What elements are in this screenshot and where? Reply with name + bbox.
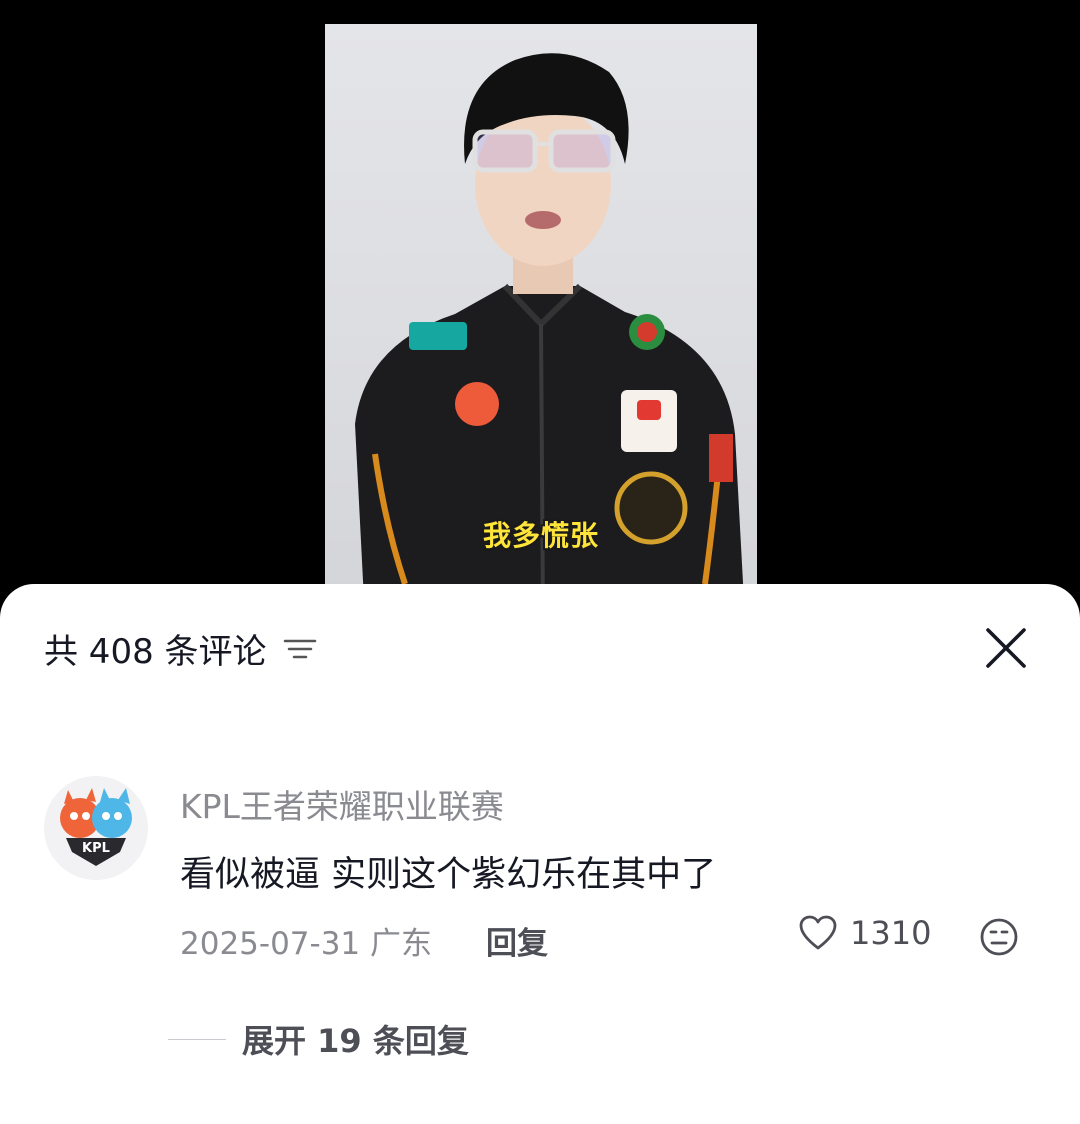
heart-icon [799, 915, 837, 950]
reply-button[interactable]: 回复 [486, 918, 548, 963]
like-button[interactable]: 1310 [798, 914, 931, 952]
expand-replies-button[interactable]: 展开 19 条回复 [168, 1016, 469, 1062]
comment-text: 看似被逼 实则这个紫幻乐在其中了 [180, 855, 717, 895]
close-icon[interactable] [984, 626, 1028, 670]
kpl-mascot-avatar[interactable]: KPL [44, 776, 148, 880]
video-player[interactable]: 我多慌张 [0, 0, 1080, 620]
comment-meta: 2025-07-31 广东 回复 1310 [180, 912, 1030, 962]
meh-face-icon[interactable] [978, 916, 1020, 958]
comment-item: KPL KPL王者荣耀职业联赛 看似被逼 实则这个紫幻乐在其中了 2025-07… [44, 776, 1044, 976]
filter-icon[interactable] [283, 633, 317, 663]
comments-sheet: 共 408 条评论 KPL KPL王者荣耀职业联赛 看似被逼 实则这个紫幻乐在其… [0, 584, 1080, 1124]
like-count: 1310 [850, 914, 932, 952]
svg-text:KPL: KPL [82, 841, 110, 856]
comment-username[interactable]: KPL王者荣耀职业联赛 [180, 780, 504, 828]
comments-header: 共 408 条评论 [44, 626, 317, 672]
video-frame[interactable]: 我多慌张 [325, 24, 757, 620]
expand-divider [168, 1038, 226, 1040]
comments-count-title: 共 408 条评论 [44, 631, 267, 672]
video-subtitle: 我多慌张 [482, 519, 599, 552]
expand-replies-label: 展开 19 条回复 [242, 1022, 469, 1060]
comment-date-location: 2025-07-31 广东 [180, 926, 433, 962]
